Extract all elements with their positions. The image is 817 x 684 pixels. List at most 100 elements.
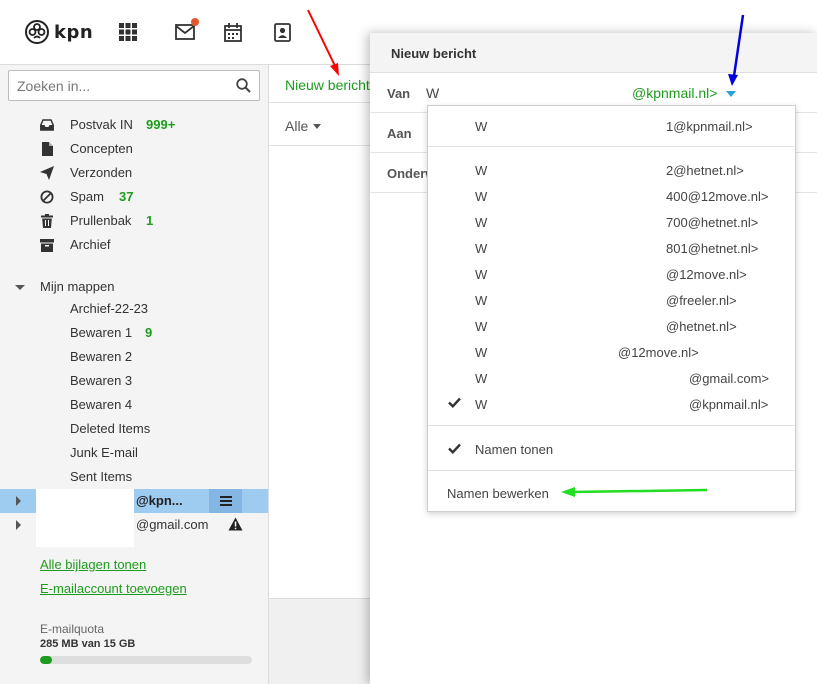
option-email: @12move.nl> <box>618 345 699 360</box>
calendar-icon[interactable] <box>222 21 244 43</box>
kpn-logo[interactable]: kpn <box>24 17 94 47</box>
spam-icon <box>39 189 55 205</box>
from-label: Van <box>387 86 411 101</box>
from-option[interactable]: W 2@hetnet.nl> <box>428 157 795 183</box>
option-name: W <box>475 163 488 178</box>
folder-label: Sent Items <box>70 469 133 484</box>
divider <box>428 425 795 426</box>
from-option-selected[interactable]: W @kpnmail.nl> <box>428 391 795 417</box>
folder-deleted-items[interactable]: Deleted Items <box>0 417 268 441</box>
from-option[interactable]: W @12move.nl> <box>428 261 795 287</box>
my-folders-toggle[interactable]: Mijn mappen <box>0 275 268 299</box>
caret-down-icon[interactable] <box>15 285 25 290</box>
from-option[interactable]: W @gmail.com> <box>428 365 795 391</box>
sidebar: Postvak IN 999+ Concepten Verzonden Spam… <box>0 65 269 684</box>
option-email: @kpnmail.nl> <box>689 397 769 412</box>
folder-concepten[interactable]: Concepten <box>0 137 268 161</box>
caret-right-icon[interactable] <box>16 496 21 506</box>
option-name: W <box>475 293 488 308</box>
my-folders-label: Mijn mappen <box>40 279 115 294</box>
search-box <box>8 70 260 101</box>
account-gmail[interactable]: @gmail.com <box>0 503 268 547</box>
folder-junk-email[interactable]: Junk E-mail <box>0 441 268 465</box>
folder-verzonden[interactable]: Verzonden <box>0 161 268 185</box>
caret-right-icon[interactable] <box>16 520 21 530</box>
checkmark-icon <box>448 443 461 454</box>
option-name: W <box>475 371 488 386</box>
from-option[interactable]: W 700@hetnet.nl> <box>428 209 795 235</box>
option-email: @gmail.com> <box>689 371 770 386</box>
trash-icon <box>39 213 55 229</box>
quota-text: 285 MB van 15 GB <box>40 638 136 650</box>
all-attachments-link[interactable]: Alle bijlagen tonen <box>40 557 146 572</box>
from-dropdown-caret-icon[interactable] <box>726 91 736 97</box>
folder-sent-items[interactable]: Sent Items <box>0 465 268 489</box>
folder-archief[interactable]: Archief <box>0 233 268 257</box>
account-label: @kpn... <box>136 493 183 508</box>
option-email: 1@kpnmail.nl> <box>666 119 753 134</box>
draft-icon <box>39 141 55 157</box>
from-email[interactable]: @kpnmail.nl> <box>632 85 717 101</box>
folder-bewaren-3[interactable]: Bewaren 3 <box>0 369 268 393</box>
folder-prullenbak[interactable]: Prullenbak 1 <box>0 209 268 233</box>
from-option[interactable]: W @freeler.nl> <box>428 287 795 313</box>
contacts-icon[interactable] <box>271 21 293 43</box>
show-names-toggle[interactable]: Namen tonen <box>428 437 795 463</box>
warning-icon[interactable] <box>228 517 243 531</box>
folder-label: Archief-22-23 <box>70 301 149 316</box>
option-name: W <box>475 345 488 360</box>
redacted-block <box>36 503 134 547</box>
apps-grid-icon[interactable] <box>117 21 139 43</box>
folder-label: Deleted Items <box>70 421 151 436</box>
filter-dropdown[interactable]: Alle <box>285 118 322 134</box>
inbox-icon <box>39 117 55 133</box>
add-account-link[interactable]: E-mailaccount toevoegen <box>40 581 187 596</box>
divider <box>428 470 795 471</box>
search-icon[interactable] <box>236 78 251 93</box>
account-label: @gmail.com <box>136 517 209 532</box>
folder-bewaren-1[interactable]: Bewaren 1 9 <box>0 321 268 345</box>
compose-header: Nieuw bericht <box>370 33 817 73</box>
edit-names-button[interactable]: Namen bewerken <box>447 486 549 501</box>
from-option[interactable]: W 801@hetnet.nl> <box>428 235 795 261</box>
caret-down-icon <box>313 123 322 129</box>
menu-icon[interactable] <box>209 489 242 513</box>
option-email: 2@hetnet.nl> <box>666 163 744 178</box>
from-option[interactable]: W 400@12move.nl> <box>428 183 795 209</box>
folder-spam[interactable]: Spam 37 <box>0 185 268 209</box>
mail-icon[interactable] <box>174 18 199 43</box>
folder-bewaren-4[interactable]: Bewaren 4 <box>0 393 268 417</box>
folder-label: Archief <box>70 237 111 252</box>
unread-count: 9 <box>145 325 153 340</box>
sent-icon <box>39 165 55 181</box>
folder-label: Bewaren 1 <box>70 325 133 340</box>
from-name: W <box>426 85 440 101</box>
folder-bewaren-2[interactable]: Bewaren 2 <box>0 345 268 369</box>
filter-label: Alle <box>285 118 309 134</box>
folder-label: Junk E-mail <box>70 445 138 460</box>
option-name: W <box>475 267 488 282</box>
unread-count: 37 <box>119 189 134 204</box>
from-option[interactable]: W @hetnet.nl> <box>428 313 795 339</box>
new-message-button[interactable]: Nieuw bericht <box>285 77 370 93</box>
quota-progress-bar <box>40 656 252 664</box>
folder-label: Bewaren 4 <box>70 397 133 412</box>
option-email: 801@hetnet.nl> <box>666 241 759 256</box>
from-option[interactable]: W 1@kpnmail.nl> <box>428 113 795 139</box>
folder-label: Spam <box>70 189 104 204</box>
to-label: Aan <box>387 126 412 141</box>
folder-archief-22-23[interactable]: Archief-22-23 <box>0 297 268 321</box>
folder-label: Postvak IN <box>70 117 133 132</box>
option-name: W <box>475 189 488 204</box>
option-email: @12move.nl> <box>666 267 747 282</box>
archive-icon <box>39 237 55 253</box>
show-names-label: Namen tonen <box>475 442 554 457</box>
option-email: @hetnet.nl> <box>666 319 737 334</box>
folder-label: Bewaren 3 <box>70 373 133 388</box>
option-name: W <box>475 241 488 256</box>
search-input[interactable] <box>9 71 229 100</box>
folder-postvak-in[interactable]: Postvak IN 999+ <box>0 113 268 137</box>
quota-progress-fill <box>40 656 52 664</box>
from-option[interactable]: W @12move.nl> <box>428 339 795 365</box>
logo-text: kpn <box>54 21 94 43</box>
